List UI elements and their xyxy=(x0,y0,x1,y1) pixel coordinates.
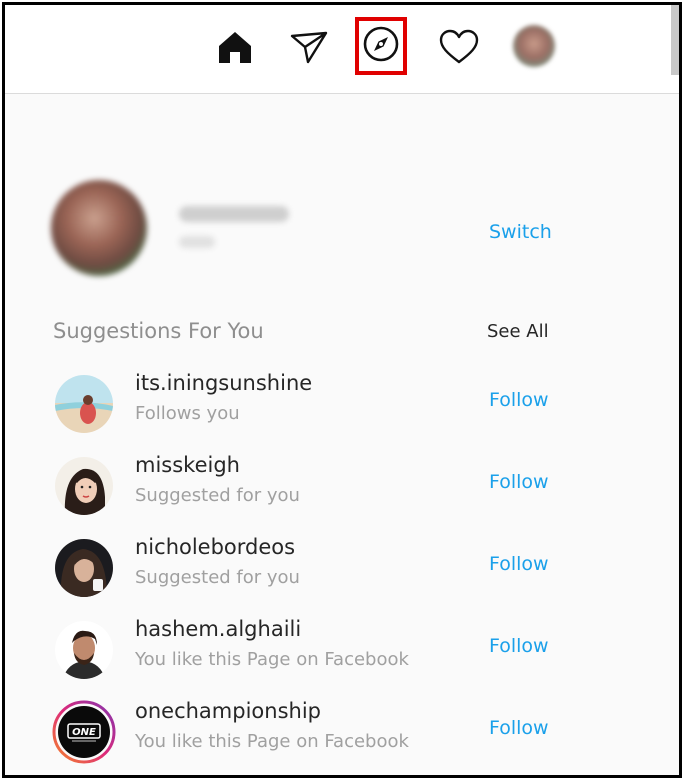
follow-button[interactable]: Follow xyxy=(489,717,549,739)
avatar-logo-text: ONE xyxy=(72,727,96,738)
follow-button[interactable]: Follow xyxy=(489,635,549,657)
current-user-profile xyxy=(51,180,651,280)
explore-compass-icon[interactable] xyxy=(362,25,400,67)
avatar[interactable]: ONE xyxy=(52,700,116,764)
direct-message-icon[interactable] xyxy=(289,27,329,67)
avatar[interactable] xyxy=(51,180,147,276)
suggestion-reason: Follows you xyxy=(135,403,240,424)
username[interactable]: hashem.alghaili xyxy=(135,617,301,641)
username[interactable]: onechampionship xyxy=(135,699,321,723)
blurred-username xyxy=(179,206,289,222)
avatar[interactable] xyxy=(55,621,113,679)
follow-button[interactable]: Follow xyxy=(489,389,549,411)
switch-button[interactable]: Switch xyxy=(489,221,552,243)
scrollbar[interactable] xyxy=(671,5,679,75)
username[interactable]: nicholebordeos xyxy=(135,535,295,559)
blurred-fullname xyxy=(179,236,215,248)
list-item: hashem.alghaili You like this Page on Fa… xyxy=(55,615,615,681)
home-icon[interactable] xyxy=(215,27,255,67)
profile-avatar[interactable] xyxy=(513,25,555,67)
suggestion-reason: Suggested for you xyxy=(135,485,300,506)
list-item: ONE onechampionship You like this Page o… xyxy=(52,697,615,764)
suggestion-reason: You like this Page on Facebook xyxy=(135,731,409,752)
list-item: nicholebordeos Suggested for you Follow xyxy=(55,533,615,599)
suggestions-title: Suggestions For You xyxy=(53,319,264,343)
activity-heart-icon[interactable] xyxy=(439,27,479,67)
app-window: Switch Suggestions For You See All its.i… xyxy=(2,2,682,778)
top-nav-bar xyxy=(5,5,679,94)
username[interactable]: its.iningsunshine xyxy=(135,371,312,395)
list-item: its.iningsunshine Follows you Follow xyxy=(55,369,615,435)
suggestion-reason: You like this Page on Facebook xyxy=(135,649,409,670)
follow-button[interactable]: Follow xyxy=(489,553,549,575)
avatar[interactable] xyxy=(55,457,113,515)
list-item: misskeigh Suggested for you Follow xyxy=(55,451,615,517)
see-all-link[interactable]: See All xyxy=(487,321,549,342)
avatar[interactable] xyxy=(55,539,113,597)
follow-button[interactable]: Follow xyxy=(489,471,549,493)
avatar[interactable] xyxy=(55,375,113,433)
explore-highlight-box xyxy=(355,17,407,75)
suggestion-reason: Suggested for you xyxy=(135,567,300,588)
username[interactable]: misskeigh xyxy=(135,453,240,477)
